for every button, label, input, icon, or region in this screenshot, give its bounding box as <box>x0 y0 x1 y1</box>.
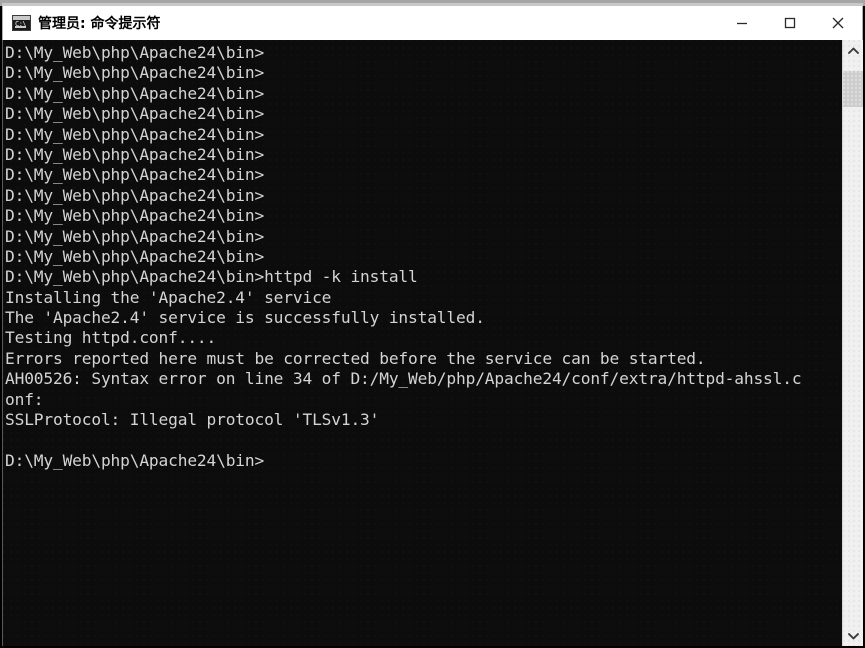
console-line: D:\My_Web\php\Apache24\bin> <box>5 246 265 266</box>
close-button[interactable] <box>814 6 862 40</box>
titlebar[interactable]: C:\ 管理员: 命令提示符 <box>2 6 863 40</box>
close-icon <box>832 17 844 29</box>
console-line: D:\My_Web\php\Apache24\bin> <box>5 63 265 83</box>
minimize-button[interactable] <box>718 6 766 40</box>
console-error-detail: SSLProtocol: Illegal protocol 'TLSv1.3' <box>5 410 380 430</box>
console-prompt-line: D:\My_Web\php\Apache24\bin> <box>5 450 265 470</box>
console-line: D:\My_Web\php\Apache24\bin> <box>5 165 265 185</box>
console-line: The 'Apache2.4' service is successfully … <box>5 308 485 328</box>
console-line: Errors reported here must be corrected b… <box>5 348 706 368</box>
maximize-icon <box>784 17 796 29</box>
scrollbar-track[interactable] <box>843 61 863 625</box>
maximize-button[interactable] <box>766 6 814 40</box>
scroll-down-button[interactable] <box>843 625 863 646</box>
titlebar-left-group: C:\ 管理员: 命令提示符 <box>3 6 718 40</box>
cmd-icon-underbar <box>15 26 26 28</box>
command-prompt-window: C:\ 管理员: 命令提示符 D:\My_Web\php\Apache24\bi… <box>0 0 865 648</box>
console-command-line: D:\My_Web\php\Apache24\bin>httpd -k inst… <box>5 267 418 287</box>
console-text-buffer: D:\My_Web\php\Apache24\bin> D:\My_Web\ph… <box>3 40 842 646</box>
scrollbar-thumb[interactable] <box>843 71 863 107</box>
console-line: Installing the 'Apache2.4' service <box>5 287 332 307</box>
chevron-down-icon <box>847 632 859 639</box>
window-title: 管理员: 命令提示符 <box>38 16 161 32</box>
console-line: D:\My_Web\php\Apache24\bin> <box>5 83 265 103</box>
minimize-icon <box>737 22 747 25</box>
console-line: D:\My_Web\php\Apache24\bin> <box>5 104 265 124</box>
cmd-console-icon: C:\ <box>12 15 31 31</box>
console-line: D:\My_Web\php\Apache24\bin> <box>5 43 265 62</box>
console-line: Testing httpd.conf.... <box>5 328 217 348</box>
console-line: D:\My_Web\php\Apache24\bin> <box>5 185 265 205</box>
console-error-line-wrap: onf: <box>5 389 44 409</box>
console-error-line: AH00526: Syntax error on line 34 of D:/M… <box>5 369 802 389</box>
console-line: D:\My_Web\php\Apache24\bin> <box>5 206 265 226</box>
chevron-up-icon <box>847 47 859 54</box>
console-output-area[interactable]: D:\My_Web\php\Apache24\bin> D:\My_Web\ph… <box>2 40 863 646</box>
scroll-up-button[interactable] <box>843 40 863 61</box>
console-line: D:\My_Web\php\Apache24\bin> <box>5 124 265 144</box>
window-controls <box>718 6 862 40</box>
console-line: D:\My_Web\php\Apache24\bin> <box>5 144 265 164</box>
console-line: D:\My_Web\php\Apache24\bin> <box>5 226 265 246</box>
vertical-scrollbar[interactable] <box>842 40 863 646</box>
